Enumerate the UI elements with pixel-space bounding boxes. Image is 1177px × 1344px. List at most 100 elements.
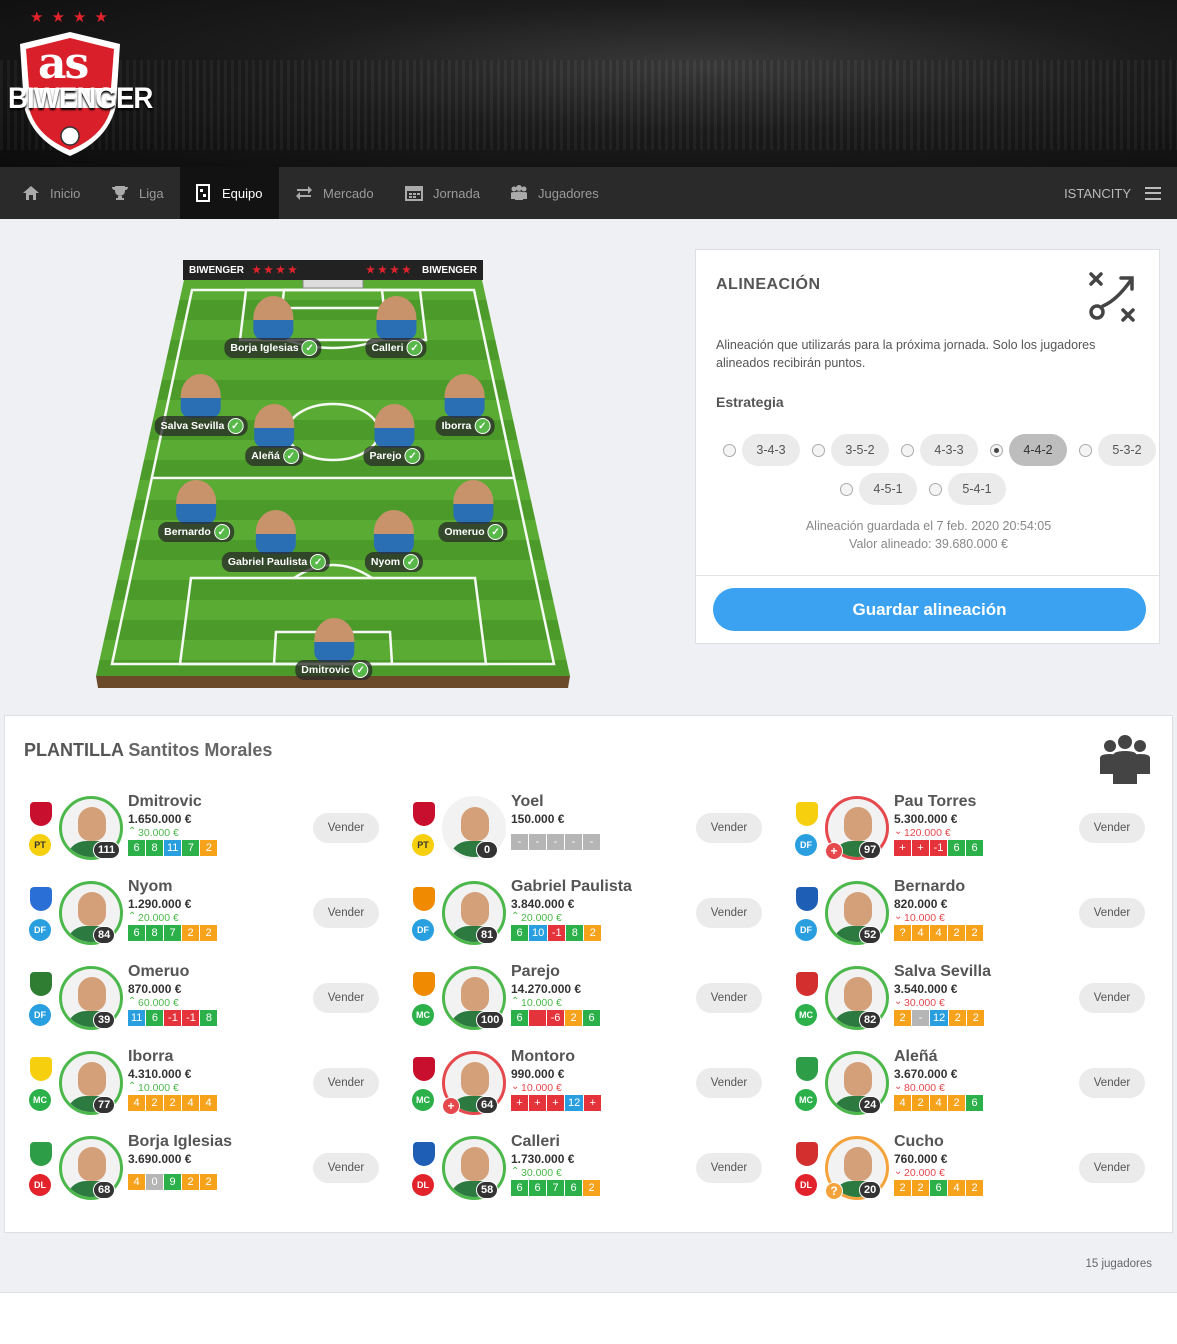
pitch-player[interactable]: Calleri ✓ (365, 296, 427, 358)
sell-button[interactable]: Vender (696, 813, 762, 843)
player-name[interactable]: Yoel (511, 793, 544, 811)
pitch-header-bar: BIWENGER ★★★★ ★★★★ BIWENGER (183, 260, 483, 280)
pitch-player[interactable]: Salva Sevilla ✓ (154, 374, 248, 436)
menu-icon[interactable] (1145, 186, 1161, 200)
player-card[interactable]: DF39Omeruo870.000 €60.000 €116-1-18Vende… (27, 963, 392, 1046)
sell-button[interactable]: Vender (1079, 813, 1145, 843)
player-name[interactable]: Parejo (511, 963, 560, 981)
player-name[interactable]: Salva Sevilla (894, 963, 991, 981)
formation-radio[interactable] (812, 443, 825, 457)
player-name[interactable]: Nyom (128, 878, 172, 896)
formation-radio[interactable] (840, 482, 853, 496)
player-card[interactable]: MC82Salva Sevilla3.540.000 €30.000 €2-12… (793, 963, 1158, 1046)
formation-radio[interactable] (723, 443, 736, 457)
player-name[interactable]: Montoro (511, 1048, 575, 1066)
player-name[interactable]: Cucho (894, 1133, 944, 1151)
player-name[interactable]: Aleñá (894, 1048, 938, 1066)
player-name[interactable]: Bernardo (894, 878, 965, 896)
formation-radio-selected[interactable] (990, 443, 1003, 457)
player-card[interactable]: DF84Nyom1.290.000 €20.000 €68722Vender (27, 878, 392, 961)
player-card[interactable]: PT 0 Yoel 150.000 € - - - - - Vender (410, 793, 775, 876)
pitch-player[interactable]: Borja Iglesias ✓ (224, 296, 322, 358)
sell-button[interactable]: Vender (696, 898, 762, 928)
injury-icon: + (825, 842, 843, 860)
score-chip: - (529, 834, 546, 850)
player-card[interactable]: PT 111 Dmitrovic1.650.000 €30.000 €681172 V… (27, 793, 392, 876)
player-card[interactable]: MC77Iborra4.310.000 €10.000 €42244Vender (27, 1048, 392, 1131)
points-badge: 77 (93, 1096, 116, 1114)
nav-jugadores[interactable]: Jugadores (496, 167, 613, 219)
nav-equipo[interactable]: Equipo (180, 167, 279, 219)
nav-mercado[interactable]: Mercado (281, 167, 388, 219)
pitch-player[interactable]: Parejo ✓ (363, 404, 425, 466)
player-card[interactable]: MC24Aleñá3.670.000 €80.000 €42426Vender (793, 1048, 1158, 1131)
sell-button[interactable]: Vender (696, 1153, 762, 1183)
score-chip: 2 (182, 925, 199, 941)
nav-inicio[interactable]: Inicio (8, 167, 94, 219)
user-menu[interactable]: ISTANCITY (1064, 167, 1161, 219)
score-chip: - (912, 1010, 929, 1026)
score-chip: 2 (200, 1174, 217, 1190)
sell-button[interactable]: Vender (1079, 1068, 1145, 1098)
player-name[interactable]: Calleri (511, 1133, 560, 1151)
player-card[interactable]: DL20?Cucho760.000 €20.000 €22642Vender (793, 1133, 1158, 1216)
player-name[interactable]: Pau Torres (894, 793, 976, 811)
formation-option[interactable]: 5-4-1 (948, 473, 1006, 505)
sell-button[interactable]: Vender (313, 898, 379, 928)
player-card[interactable]: MC100Parejo14.270.000 €10.000 €6-626Vend… (410, 963, 775, 1046)
player-price: 150.000 € (511, 812, 565, 826)
formation-option[interactable]: 4-5-1 (859, 473, 917, 505)
player-count: 15 jugadores (1085, 1258, 1153, 1270)
player-card[interactable]: DF97+Pau Torres5.300.000 €120.000 €++-16… (793, 793, 1158, 876)
formation-radio[interactable] (901, 443, 914, 457)
nav-liga[interactable]: Liga (97, 167, 178, 219)
team-crest-icon (413, 802, 435, 826)
formation-radio[interactable] (1079, 443, 1092, 457)
sell-button[interactable]: Vender (1079, 898, 1145, 928)
recent-scores: 2-12 2 2 (894, 1010, 985, 1026)
save-lineup-button[interactable]: Guardar alineación (713, 588, 1146, 631)
formation-option[interactable]: 5-3-2 (1098, 434, 1156, 466)
pitch-player[interactable]: Omeruo ✓ (438, 480, 508, 542)
player-name[interactable]: Omeruo (128, 963, 189, 981)
team-crest-icon (413, 972, 435, 996)
player-card[interactable]: DL58Calleri1.730.000 €30.000 €66762Vende… (410, 1133, 775, 1216)
recent-scores: + + -1 6 6 (894, 840, 983, 856)
sell-button[interactable]: Vender (1079, 983, 1145, 1013)
points-badge: 39 (93, 1011, 116, 1029)
pitch-player[interactable]: Gabriel Paulista ✓ (221, 510, 331, 572)
pitch-player[interactable]: Aleñá ✓ (245, 404, 303, 466)
player-card[interactable]: DL 68 Borja Iglesias 3.690.000 €4 0 9 2 2 Vender (27, 1133, 392, 1216)
players-icon (510, 184, 528, 202)
nav-jornada[interactable]: Jornada (391, 167, 494, 219)
formation-option-selected[interactable]: 4-4-2 (1009, 434, 1067, 466)
sell-button[interactable]: Vender (313, 813, 379, 843)
pitch-player[interactable]: Iborra ✓ (435, 374, 495, 436)
sell-button[interactable]: Vender (1079, 1153, 1145, 1183)
nav-inicio-label: Inicio (50, 185, 81, 201)
player-name[interactable]: Dmitrovic (128, 793, 202, 811)
score-chip: 8 (566, 925, 584, 941)
player-card[interactable]: DF52Bernardo820.000 €10.000 €?4422Vender (793, 878, 1158, 961)
score-chip: 2 (146, 1095, 163, 1111)
player-name[interactable]: Iborra (128, 1048, 173, 1066)
player-name[interactable]: Borja Iglesias (128, 1133, 232, 1151)
sell-button[interactable]: Vender (313, 983, 379, 1013)
sell-button[interactable]: Vender (696, 983, 762, 1013)
player-photo (314, 618, 354, 662)
formation-option[interactable]: 3-5-2 (831, 434, 889, 466)
pitch-player[interactable]: Nyom ✓ (364, 510, 424, 572)
pitch-player[interactable]: Dmitrovic ✓ (295, 618, 373, 680)
formation-radio[interactable] (929, 482, 942, 496)
formation-option[interactable]: 4-3-3 (920, 434, 978, 466)
sell-button[interactable]: Vender (696, 1068, 762, 1098)
team-crest-icon (796, 1142, 818, 1166)
sell-button[interactable]: Vender (313, 1068, 379, 1098)
sell-button[interactable]: Vender (313, 1153, 379, 1183)
formation-option[interactable]: 3-4-3 (742, 434, 800, 466)
score-chip: 6 (966, 1095, 983, 1111)
player-name[interactable]: Gabriel Paulista (511, 878, 632, 896)
player-card[interactable]: MC64+Montoro990.000 €10.000 €+++12+Vende… (410, 1048, 775, 1131)
player-card[interactable]: DF 81 Gabriel Paulista3.840.000 €20.000 €6… (410, 878, 775, 961)
pitch-player-name: Bernardo (164, 526, 211, 538)
